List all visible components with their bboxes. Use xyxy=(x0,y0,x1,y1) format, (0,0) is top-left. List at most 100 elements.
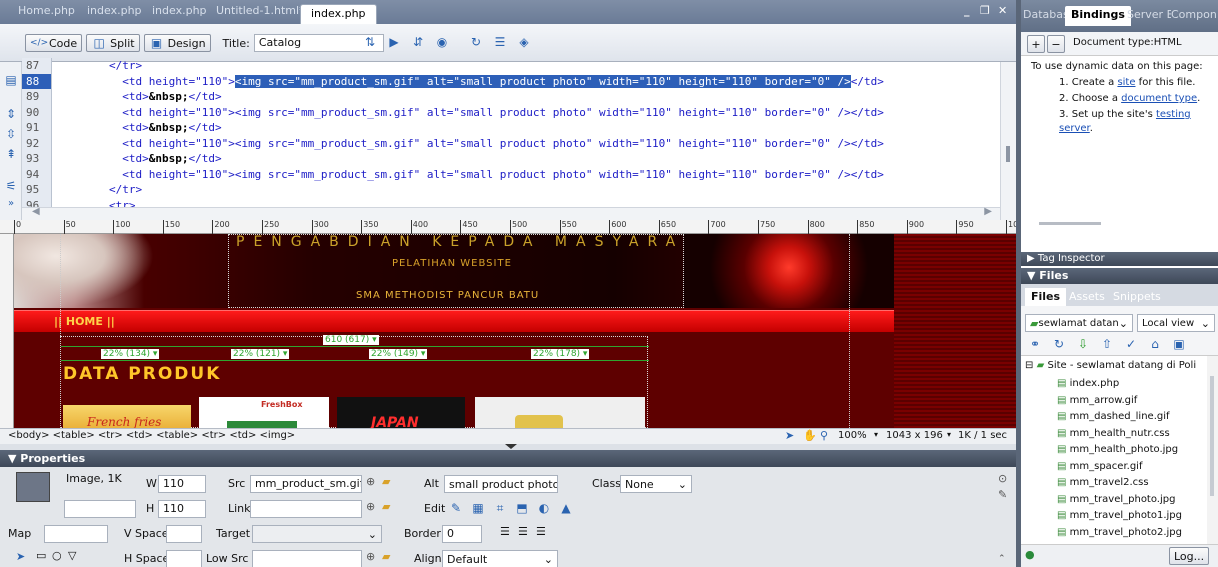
file-item[interactable]: ▤ mm_dashed_line.gif xyxy=(1057,409,1207,426)
refresh-files-icon[interactable]: ↻ xyxy=(1051,336,1067,352)
panel-hscroll[interactable] xyxy=(1039,222,1101,225)
hand-tool-icon[interactable]: ✋ xyxy=(803,429,817,442)
remove-binding-button[interactable]: − xyxy=(1047,35,1065,53)
link-field[interactable] xyxy=(250,500,362,518)
tab-assets[interactable]: Assets xyxy=(1063,288,1111,306)
code-line[interactable]: <td height="110"><img src="mm_product_sm… xyxy=(56,105,996,121)
tab-index-php-active[interactable]: index.php xyxy=(300,4,377,24)
polygon-hotspot-icon[interactable]: ▽ xyxy=(68,549,76,562)
vspace-field[interactable] xyxy=(166,525,202,543)
view-select[interactable]: Local view ⌄ xyxy=(1137,314,1215,332)
debug-icon[interactable]: ⇵ xyxy=(410,34,426,50)
code-line[interactable]: <td height="110"><img src="mm_product_sm… xyxy=(56,74,996,90)
log-button[interactable]: Log... xyxy=(1169,547,1210,565)
globe-icon[interactable]: ◉ xyxy=(434,34,450,50)
pointer-hotspot-icon[interactable]: ➤ xyxy=(16,550,25,563)
sharpen-icon[interactable]: ▲ xyxy=(558,500,574,516)
src-field[interactable]: mm_product_sm.gif xyxy=(250,475,362,493)
zoom-arrow-icon[interactable]: ▾ xyxy=(874,430,878,439)
refresh-icon[interactable]: ↻ xyxy=(468,34,484,50)
select-tool-icon[interactable]: ➤ xyxy=(785,429,794,442)
file-item[interactable]: ▤ mm_travel_photo1.jpg xyxy=(1057,508,1207,525)
tab-bindings[interactable]: Bindings xyxy=(1065,6,1131,26)
code-line[interactable]: </tr> xyxy=(56,58,996,74)
link-point-icon[interactable]: ⊕ xyxy=(366,500,375,513)
hspace-field[interactable] xyxy=(166,550,202,567)
lowsrc-field[interactable] xyxy=(252,550,362,567)
code-line[interactable]: <td>&nbsp;</td> xyxy=(56,120,996,136)
height-field[interactable]: 110 xyxy=(158,500,206,518)
optimize-icon[interactable]: ▦ xyxy=(470,500,486,516)
crop-icon[interactable]: ⌗ xyxy=(492,500,508,516)
tab-snippets[interactable]: Snippets xyxy=(1107,288,1167,306)
help-icon[interactable]: ⊙ xyxy=(998,472,1007,485)
code-scrollbar-vertical[interactable] xyxy=(1000,62,1016,220)
resample-icon[interactable]: ⬒ xyxy=(514,500,530,516)
tag-selector[interactable]: <body> <table> <tr> <td> <table> <tr> <t… xyxy=(8,430,295,441)
site-select[interactable]: ▰ sewlamat datan ⌄ xyxy=(1025,314,1133,332)
file-item[interactable]: ▤ index.php xyxy=(1057,376,1207,393)
properties-header[interactable]: ▼ Properties xyxy=(0,450,1016,467)
file-tree-scrollbar[interactable] xyxy=(1207,356,1218,544)
lowsrc-point-icon[interactable]: ⊕ xyxy=(366,550,375,563)
format-icon[interactable]: ⚟ xyxy=(3,178,19,194)
file-item[interactable]: ▤ mm_health_nutr.css xyxy=(1057,426,1207,443)
minimize-button[interactable]: _ xyxy=(964,4,970,17)
code-line[interactable]: <td>&nbsp;</td> xyxy=(56,89,996,105)
files-header[interactable]: ▼ Files xyxy=(1021,268,1218,284)
tab-server-behaviors[interactable]: Server Be xyxy=(1125,6,1171,24)
expand-all-icon[interactable]: ⇳ xyxy=(3,126,19,142)
select-parent-icon[interactable]: ⇞ xyxy=(3,146,19,162)
file-item[interactable]: ▤ mm_spacer.gif xyxy=(1057,459,1207,476)
code-line[interactable]: </tr> xyxy=(56,182,996,198)
tab-files[interactable]: Files xyxy=(1025,288,1067,306)
site-root[interactable]: ⊟ ▰ Site - sewlamat datang di Poli xyxy=(1025,360,1196,371)
step-link[interactable]: document type xyxy=(1121,93,1197,104)
zoom-select[interactable]: 100% xyxy=(838,430,867,441)
map-field[interactable] xyxy=(44,525,108,543)
more-icon[interactable]: » xyxy=(3,196,19,212)
connect-icon[interactable]: ⚭ xyxy=(1027,336,1043,352)
close-button[interactable]: ✕ xyxy=(998,4,1007,17)
tab-home-php[interactable]: Home.php xyxy=(12,2,81,20)
align-select[interactable]: Default ⌄ xyxy=(442,550,558,567)
border-field[interactable]: 0 xyxy=(442,525,482,543)
get-files-icon[interactable]: ⇩ xyxy=(1075,336,1091,352)
lowsrc-folder-icon[interactable]: ▰ xyxy=(382,550,390,563)
tag-inspector-header[interactable]: ▶ Tag Inspector xyxy=(1021,252,1218,266)
code-line[interactable]: <td height="110"><img src="mm_product_sm… xyxy=(56,136,996,152)
file-item[interactable]: ▤ mm_health_photo.jpg xyxy=(1057,442,1207,459)
tab-untitled[interactable]: Untitled-1.html* xyxy=(210,2,311,20)
code-editor[interactable]: </tr> <td height="110"><img src="mm_prod… xyxy=(56,58,996,208)
tab-index-php-1[interactable]: index.php xyxy=(81,2,148,20)
align-right-icon[interactable]: ☰ xyxy=(536,525,546,538)
browse-folder-icon[interactable]: ▰ xyxy=(382,475,390,488)
tab-databases[interactable]: Databas xyxy=(1021,6,1065,24)
fireworks-icon[interactable]: ✎ xyxy=(448,500,464,516)
tab-index-php-2[interactable]: index.php xyxy=(146,2,213,20)
expand-files-icon[interactable]: ▣ xyxy=(1171,336,1187,352)
file-item[interactable]: ▤ mm_arrow.gif xyxy=(1057,393,1207,410)
code-line[interactable]: <td height="110"><img src="mm_product_sm… xyxy=(56,167,996,183)
code-scrollbar-horizontal[interactable]: ◀ ▶ xyxy=(22,206,1000,220)
target-select[interactable]: ⌄ xyxy=(252,525,382,543)
restore-button[interactable]: ❐ xyxy=(980,4,990,17)
circle-hotspot-icon[interactable]: ○ xyxy=(52,549,62,562)
view-options-icon[interactable]: ☰ xyxy=(492,34,508,50)
file-item[interactable]: ▤ mm_travel2.css xyxy=(1057,475,1207,492)
id-field[interactable] xyxy=(64,500,136,518)
check-out-icon[interactable]: ✓ xyxy=(1123,336,1139,352)
window-size[interactable]: 1043 x 196 xyxy=(886,430,943,441)
code-line[interactable]: <td>&nbsp;</td> xyxy=(56,151,996,167)
design-view-button[interactable]: ▣ Design xyxy=(143,34,211,52)
align-left-icon[interactable]: ☰ xyxy=(500,525,510,538)
point-to-file-icon[interactable]: ⊕ xyxy=(366,475,375,488)
step-link[interactable]: site xyxy=(1117,77,1135,88)
file-item[interactable]: ▤ mm_travel_photo2.jpg xyxy=(1057,525,1207,542)
split-view-button[interactable]: ◫ Split xyxy=(86,34,140,52)
collapse-tag-icon[interactable]: ⇕ xyxy=(3,106,19,122)
tab-components[interactable]: Compon xyxy=(1169,6,1217,24)
zoom-tool-icon[interactable]: ⚲ xyxy=(820,429,828,442)
alt-select[interactable]: small product photo⌄ xyxy=(444,475,558,493)
align-center-icon[interactable]: ☰ xyxy=(518,525,528,538)
